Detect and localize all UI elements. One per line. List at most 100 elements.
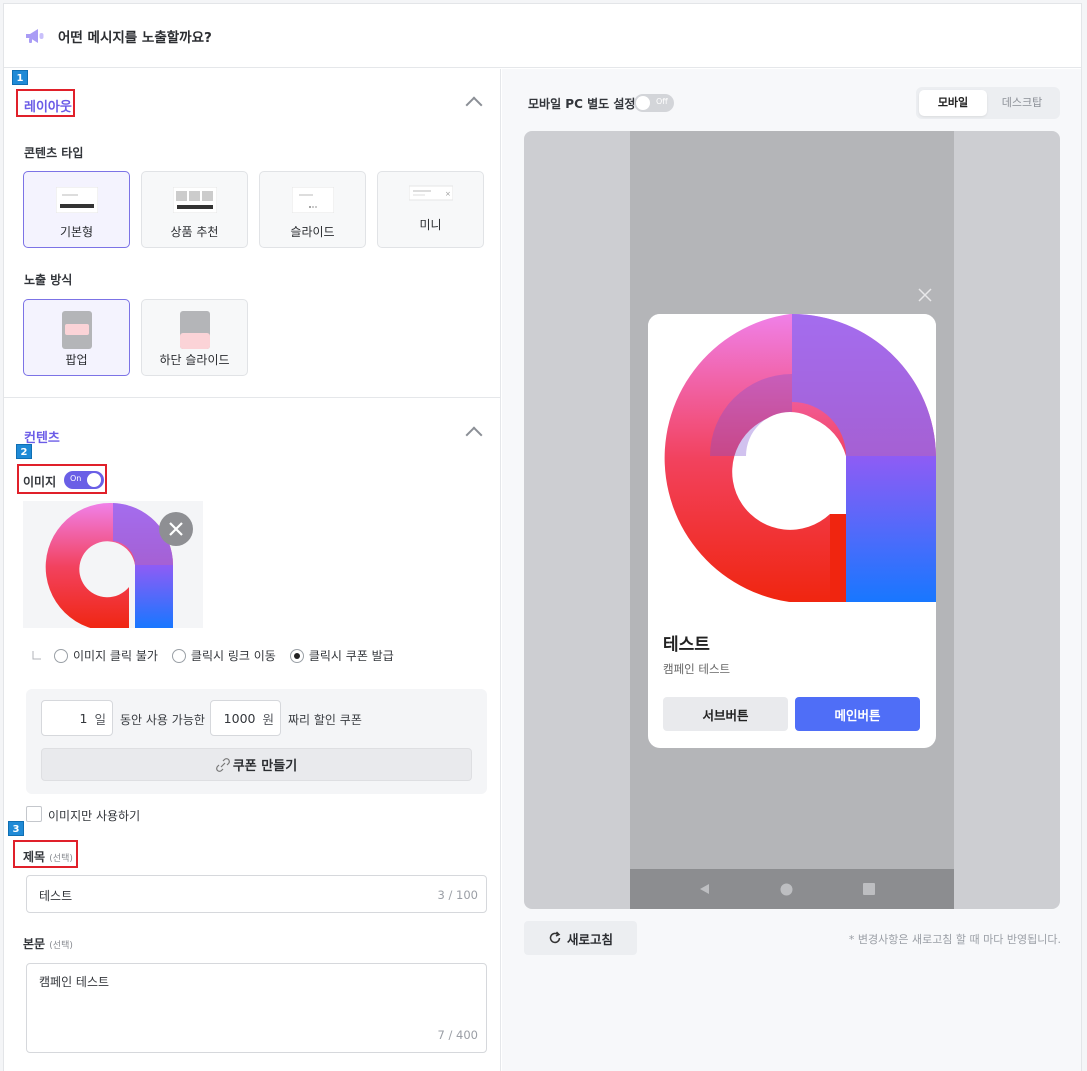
image-label: 이미지 (23, 475, 57, 489)
content-type-basic[interactable]: 기본형 (23, 171, 130, 248)
image-toggle-text: On (70, 474, 82, 483)
coupon-amount-input[interactable]: 1000 원 (210, 700, 281, 736)
content-type-label-product: 상품 추천 (170, 225, 219, 239)
layout-section-title[interactable]: 레이아웃 (24, 96, 72, 115)
phone-nav-bar (630, 869, 954, 909)
display-mode-popup[interactable]: 팝업 (23, 299, 130, 376)
refresh-icon (549, 931, 561, 944)
coupon-days-value: 1 (79, 710, 88, 726)
collapse-content-icon[interactable] (465, 426, 483, 444)
nav-recent-icon (863, 883, 875, 895)
page-title: 어떤 메시지를 노출할까요? (58, 29, 212, 46)
popup-sub-button[interactable]: 서브버튼 (663, 697, 788, 731)
basic-layout-icon (55, 187, 98, 213)
section-divider (4, 397, 501, 398)
close-icon (169, 522, 183, 536)
content-type-label: 콘텐츠 타입 (24, 146, 84, 160)
radio-button-no-click[interactable] (54, 648, 68, 663)
content-type-slide[interactable]: 슬라이드 (259, 171, 366, 248)
coupon-mid-text: 동안 사용 가능한 (120, 713, 205, 727)
radio-button-coupon[interactable] (289, 648, 304, 663)
slide-layout-icon (291, 187, 334, 213)
body-label: 본문 (선택) (23, 935, 73, 952)
popup-body: 캠페인 테스트 (663, 662, 731, 676)
popup-main-button[interactable]: 메인버튼 (795, 697, 920, 731)
bottom-slide-mode-icon (179, 311, 210, 349)
megaphone-icon (26, 28, 44, 43)
title-input-value: 테스트 (39, 889, 73, 903)
body-label-text: 본문 (23, 937, 46, 951)
separate-setting-toggle[interactable]: Off (634, 94, 674, 112)
refresh-button[interactable]: 새로고침 (524, 921, 637, 955)
nav-home-icon (780, 883, 793, 896)
title-counter: 3 / 100 (437, 888, 478, 902)
preview-area: 테스트 캠페인 테스트 서브버튼 메인버튼 (524, 131, 1060, 909)
popup-title: 테스트 (663, 635, 710, 655)
popup-preview: 테스트 캠페인 테스트 서브버튼 메인버튼 (648, 314, 936, 748)
image-toggle[interactable]: On (64, 471, 104, 489)
coupon-amount-value: 1000 (223, 710, 256, 726)
remove-image-button[interactable] (159, 512, 193, 546)
make-coupon-button[interactable]: 쿠폰 만들기 (41, 748, 472, 781)
phone-mockup: 테스트 캠페인 테스트 서브버튼 메인버튼 (630, 131, 954, 909)
refresh-note: * 변경사항은 새로고침 할 때 마다 반영됩니다. (848, 933, 1061, 946)
image-click-options: 이미지 클릭 불가 클릭시 링크 이동 클릭시 쿠폰 발급 (26, 647, 408, 664)
radio-button-link[interactable] (171, 648, 186, 663)
sub-indent-icon (32, 650, 41, 659)
settings-panel: 1 레이아웃 콘텐츠 타입 기본형 상품 추천 슬라이드 × 미니 노출 방식 … (4, 69, 501, 1071)
body-optional-tag: (선택) (49, 941, 73, 951)
display-mode-label-bottom-slide: 하단 슬라이드 (159, 353, 230, 367)
popup-image (648, 314, 936, 604)
display-mode-label: 노출 방식 (24, 273, 73, 287)
campaign-editor: 어떤 메시지를 노출할까요? 1 레이아웃 콘텐츠 타입 기본형 상품 추천 슬… (3, 3, 1082, 1071)
title-optional-tag: (선택) (49, 854, 73, 864)
display-mode-bottom-slide[interactable]: 하단 슬라이드 (141, 299, 248, 376)
separate-setting-label: 모바일 PC 별도 설정 (528, 97, 636, 111)
radio-label-coupon: 클릭시 쿠폰 발급 (308, 649, 394, 663)
marker-2: 2 (16, 444, 32, 459)
content-type-label-mini: 미니 (419, 218, 442, 232)
separate-toggle-text: Off (656, 97, 668, 106)
collapse-layout-icon[interactable] (465, 96, 483, 114)
body-textarea[interactable]: 캠페인 테스트 7 / 400 (26, 963, 487, 1053)
refresh-label: 새로고침 (566, 931, 613, 947)
coupon-days-input[interactable]: 1 일 (41, 700, 113, 736)
radio-no-click[interactable]: 이미지 클릭 불가 (54, 647, 158, 664)
title-label-text: 제목 (23, 850, 46, 864)
body-textarea-value: 캠페인 테스트 (39, 975, 110, 989)
radio-coupon[interactable]: 클릭시 쿠폰 발급 (289, 647, 394, 664)
coupon-tail-text: 짜리 할인 쿠폰 (288, 713, 362, 727)
image-only-checkbox[interactable] (26, 806, 42, 822)
coupon-settings: 1 일 동안 사용 가능한 1000 원 짜리 할인 쿠폰 쿠폰 만들기 (26, 689, 487, 794)
link-icon (215, 757, 230, 772)
coupon-amount-unit: 원 (262, 711, 274, 727)
image-only-label: 이미지만 사용하기 (48, 809, 141, 823)
radio-label-no-click: 이미지 클릭 불가 (73, 649, 158, 663)
marker-1: 1 (12, 70, 28, 85)
product-layout-icon (172, 187, 217, 213)
title-input[interactable]: 테스트 3 / 100 (26, 875, 487, 913)
svg-text:×: × (445, 190, 451, 198)
body-counter: 7 / 400 (437, 1028, 478, 1042)
popup-mode-icon (61, 311, 92, 349)
radio-link[interactable]: 클릭시 링크 이동 (171, 647, 276, 664)
nav-back-icon (700, 884, 709, 894)
coupon-days-unit: 일 (94, 711, 106, 727)
uploaded-image[interactable] (23, 501, 203, 628)
content-type-product[interactable]: 상품 추천 (141, 171, 248, 248)
marker-3: 3 (8, 821, 24, 836)
content-type-mini[interactable]: × 미니 (377, 171, 484, 248)
popup-close-icon[interactable] (918, 288, 932, 302)
mini-layout-icon: × (408, 185, 453, 201)
title-label: 제목 (선택) (23, 848, 73, 865)
separate-toggle-knob (636, 96, 650, 110)
content-type-label-slide: 슬라이드 (290, 225, 335, 239)
image-toggle-knob (87, 473, 101, 487)
tab-mobile[interactable]: 모바일 (919, 90, 987, 116)
radio-label-link: 클릭시 링크 이동 (190, 649, 276, 663)
tab-desktop[interactable]: 데스크탑 (988, 90, 1056, 116)
make-coupon-label: 쿠폰 만들기 (232, 759, 298, 774)
page-header: 어떤 메시지를 노출할까요? (4, 4, 1081, 68)
preview-panel: 모바일 PC 별도 설정 Off 모바일 데스크탑 테스트 캠페인 테스트 서브… (502, 69, 1081, 1071)
content-type-label-basic: 기본형 (59, 225, 94, 239)
